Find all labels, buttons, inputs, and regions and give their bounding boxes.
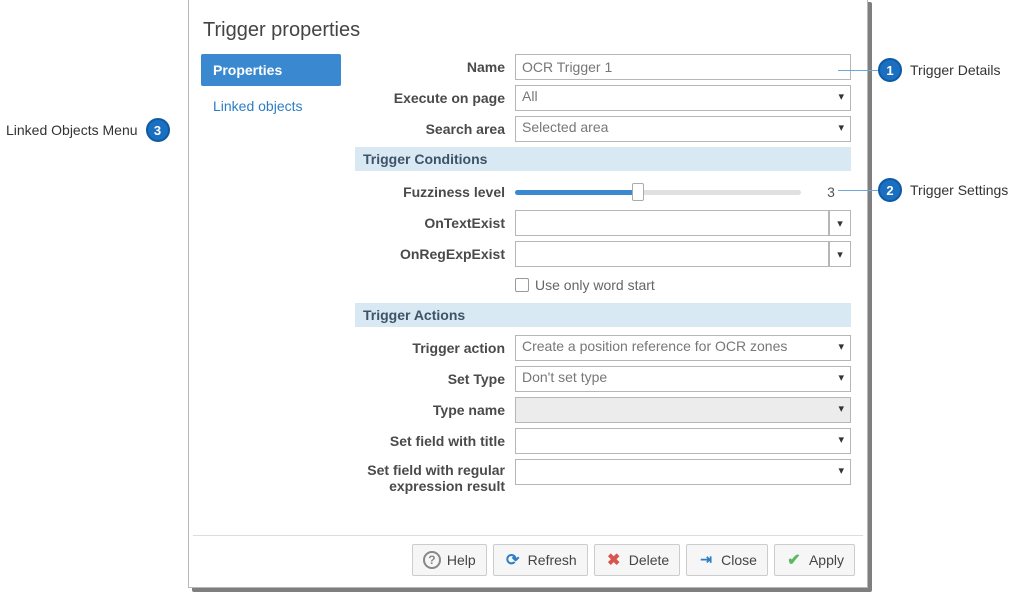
close-button[interactable]: ⇥ Close [686,544,768,576]
set-field-title-select[interactable] [515,428,851,454]
tab-properties[interactable]: Properties [201,54,341,86]
name-label: Name [355,59,515,75]
trigger-action-label: Trigger action [355,340,515,356]
fuzziness-value: 3 [811,184,851,200]
form-panel: Name Execute on page All Search area Sel… [349,54,855,532]
type-name-label: Type name [355,402,515,418]
trigger-actions-header: Trigger Actions [355,303,851,327]
apply-icon: ✔ [785,551,803,569]
callout-trigger-details: 1 Trigger Details [878,58,1001,82]
wordstart-checkbox[interactable] [515,278,529,292]
fuzziness-slider[interactable] [515,185,801,199]
sidebar: Properties Linked objects [201,54,349,532]
help-button[interactable]: ? Help [412,544,487,576]
callout-line [838,190,878,191]
close-icon: ⇥ [697,551,715,569]
onregexp-dropdown-button[interactable]: ▾ [829,241,851,267]
onregexp-label: OnRegExpExist [355,246,515,262]
close-button-label: Close [721,552,757,568]
type-name-select[interactable] [515,397,851,423]
trigger-action-select[interactable]: Create a position reference for OCR zone… [515,335,851,361]
dialog-title: Trigger properties [189,0,867,54]
delete-button[interactable]: ✖ Delete [594,544,680,576]
callout-text-1: Trigger Details [910,62,1001,78]
help-button-label: Help [447,552,476,568]
set-type-label: Set Type [355,371,515,387]
execute-label: Execute on page [355,90,515,106]
set-field-regex-label: Set field with regular expression result [355,459,515,494]
ontextexist-label: OnTextExist [355,215,515,231]
fuzziness-label: Fuzziness level [355,184,515,200]
callout-text-2: Trigger Settings [910,182,1008,198]
ontextexist-dropdown-button[interactable]: ▾ [829,210,851,236]
dialog-footer: ? Help ⟳ Refresh ✖ Delete ⇥ Close ✔ Appl… [193,535,863,583]
set-type-select[interactable]: Don't set type [515,366,851,392]
callout-badge-3: 3 [146,118,170,142]
delete-icon: ✖ [605,551,623,569]
trigger-conditions-header: Trigger Conditions [355,147,851,171]
trigger-properties-dialog: Trigger properties Properties Linked obj… [188,0,868,588]
tab-linked-objects[interactable]: Linked objects [201,90,341,122]
execute-on-page-select[interactable]: All [515,85,851,111]
callout-text-3: Linked Objects Menu [6,122,138,138]
apply-button-label: Apply [809,552,844,568]
search-label: Search area [355,121,515,137]
refresh-button-label: Refresh [528,552,577,568]
callout-badge-1: 1 [878,58,902,82]
help-icon: ? [423,551,441,569]
ontextexist-input[interactable] [515,210,829,236]
search-area-select[interactable]: Selected area [515,116,851,142]
callout-line [838,70,878,71]
callout-linked-objects: Linked Objects Menu 3 [6,118,170,142]
callout-badge-2: 2 [878,178,902,202]
refresh-icon: ⟳ [504,551,522,569]
callout-trigger-settings: 2 Trigger Settings [878,178,1008,202]
refresh-button[interactable]: ⟳ Refresh [493,544,588,576]
set-field-regex-select[interactable] [515,459,851,485]
onregexp-input[interactable] [515,241,829,267]
delete-button-label: Delete [629,552,669,568]
name-input[interactable] [515,54,851,80]
set-field-title-label: Set field with title [355,433,515,449]
apply-button[interactable]: ✔ Apply [774,544,855,576]
wordstart-label: Use only word start [535,277,655,293]
